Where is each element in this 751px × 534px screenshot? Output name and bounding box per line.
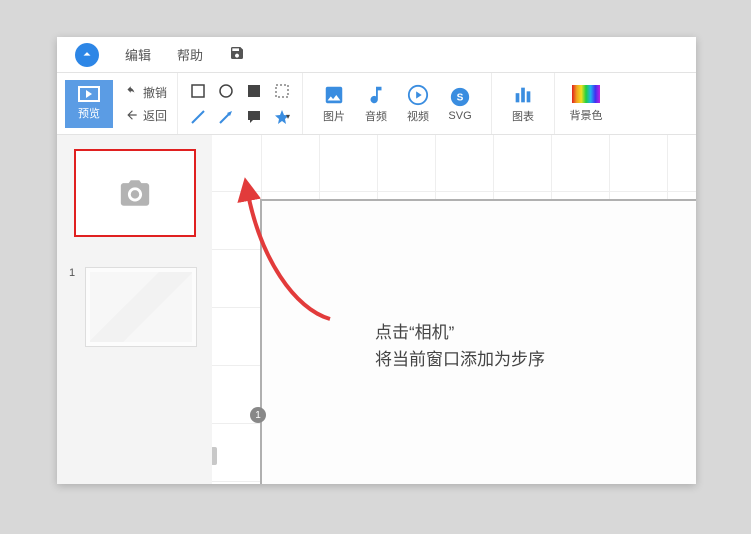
toolgroup-preview: 预览 撤销 返回 xyxy=(57,73,178,134)
bgcolor-button[interactable]: 背景色 xyxy=(565,85,607,123)
insert-image-button[interactable]: 图片 xyxy=(313,84,355,124)
image-icon xyxy=(323,84,345,106)
insert-audio-label: 音频 xyxy=(365,108,387,124)
step-marker-badge[interactable]: 1 xyxy=(250,407,266,423)
shape-star-icon[interactable]: ▾ xyxy=(272,107,292,127)
undo-button[interactable]: 撤销 xyxy=(125,84,167,101)
bgcolor-label: 背景色 xyxy=(570,107,603,123)
canvas-area[interactable]: 1 xyxy=(212,135,696,484)
toolbar: 预览 撤销 返回 ▾ xyxy=(57,73,696,135)
toolgroup-insert: 图片 音频 视频 S SVG xyxy=(303,73,492,134)
svg-icon: S xyxy=(449,86,471,108)
slide-number: 1 xyxy=(69,267,79,279)
play-icon xyxy=(78,86,100,102)
chart-icon xyxy=(512,84,534,106)
back-icon xyxy=(125,108,139,122)
slide-thumb-row[interactable]: 1 xyxy=(69,267,200,347)
undo-icon xyxy=(125,85,139,99)
undo-redo-group: 撤销 返回 xyxy=(125,84,167,124)
app-logo-icon[interactable] xyxy=(75,43,99,67)
shape-arrow-icon[interactable] xyxy=(216,107,236,127)
audio-icon xyxy=(365,84,387,106)
insert-image-label: 图片 xyxy=(323,108,345,124)
svg-text:S: S xyxy=(457,92,464,103)
shape-rect-fill-icon[interactable] xyxy=(244,81,264,101)
shape-circle-outline-icon[interactable] xyxy=(216,81,236,101)
shape-callout-icon[interactable] xyxy=(244,107,264,127)
insert-video-button[interactable]: 视频 xyxy=(397,84,439,124)
toolgroup-chart: 图表 xyxy=(492,73,555,134)
undo-label: 撤销 xyxy=(143,84,167,101)
back-label: 返回 xyxy=(143,107,167,124)
insert-svg-label: SVG xyxy=(448,110,471,122)
main-area: 1 1 xyxy=(57,135,696,484)
insert-chart-label: 图表 xyxy=(512,108,534,124)
toolgroup-shapes: ▾ xyxy=(178,73,303,134)
video-icon xyxy=(407,84,429,106)
shape-line-icon[interactable] xyxy=(188,107,208,127)
app-window: 编辑 帮助 预览 撤销 返回 xyxy=(57,37,696,484)
slide-sidebar: 1 xyxy=(57,135,212,484)
menu-edit[interactable]: 编辑 xyxy=(125,45,151,64)
back-button[interactable]: 返回 xyxy=(125,107,167,124)
slide-thumbnail[interactable] xyxy=(85,267,197,347)
panel-drag-handle[interactable] xyxy=(212,447,217,465)
capture-camera-button[interactable] xyxy=(74,149,196,237)
shape-selection-icon[interactable] xyxy=(272,81,292,101)
insert-audio-button[interactable]: 音频 xyxy=(355,84,397,124)
slide-thumb-list: 1 xyxy=(57,237,212,347)
menubar: 编辑 帮助 xyxy=(57,37,696,73)
insert-svg-button[interactable]: S SVG xyxy=(439,86,481,122)
bgcolor-swatch-icon xyxy=(572,85,600,103)
toolgroup-bgcolor: 背景色 xyxy=(555,73,617,134)
insert-video-label: 视频 xyxy=(407,108,429,124)
preview-label: 预览 xyxy=(78,105,100,121)
insert-chart-button[interactable]: 图表 xyxy=(502,84,544,124)
shape-rect-outline-icon[interactable] xyxy=(188,81,208,101)
slide-frame[interactable] xyxy=(260,199,696,484)
save-icon[interactable] xyxy=(229,45,245,64)
menu-help[interactable]: 帮助 xyxy=(177,45,203,64)
preview-button[interactable]: 预览 xyxy=(65,80,113,128)
camera-icon xyxy=(118,176,152,210)
